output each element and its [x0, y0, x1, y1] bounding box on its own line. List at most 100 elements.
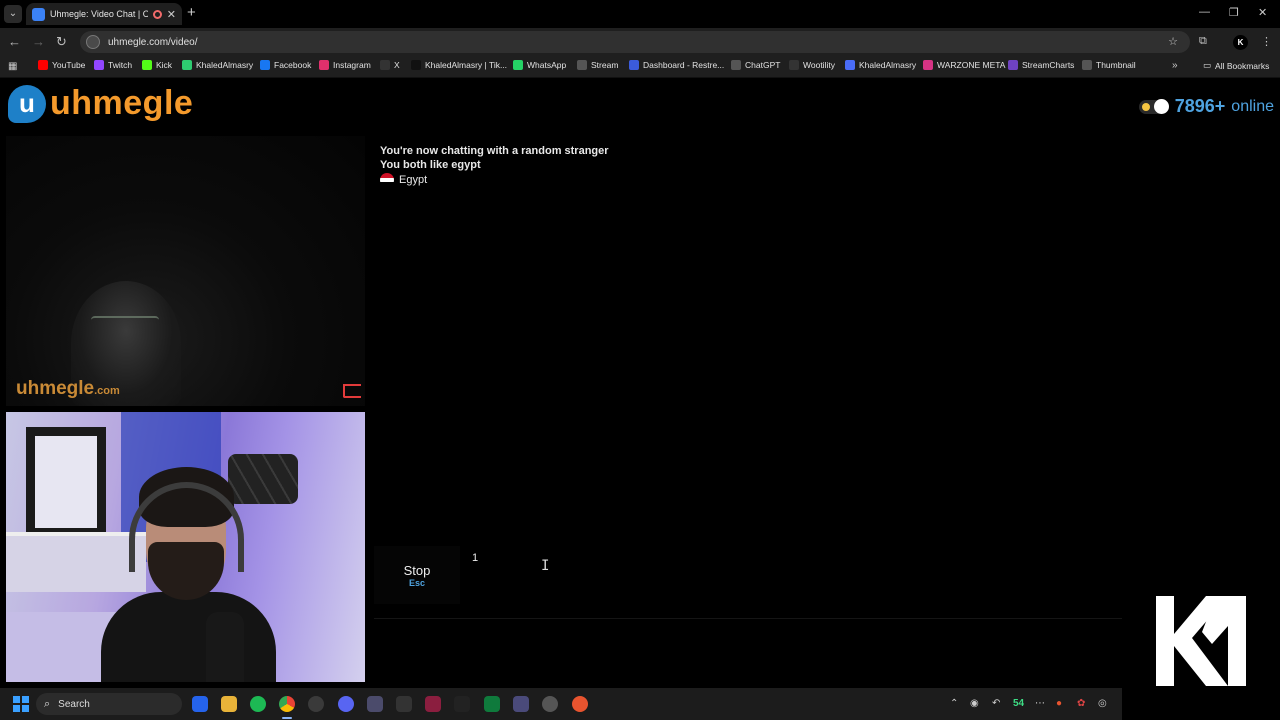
menu-icon[interactable]: ⋮ [1261, 35, 1272, 48]
file-explorer-icon[interactable] [221, 696, 237, 712]
new-tab-icon[interactable]: + [187, 4, 196, 21]
stranger-video: uhmegle.com [6, 136, 365, 406]
stop-shortcut: Esc [408, 577, 425, 588]
bookmark-label: Thumbnail [1096, 60, 1136, 70]
bookmark-item[interactable]: X [380, 60, 400, 70]
bookmark-label: Kick [156, 60, 173, 70]
bookmark-item[interactable]: Wootility [789, 60, 835, 70]
bookmark-item[interactable]: WhatsApp [513, 60, 566, 70]
bookmark-item[interactable]: Instagram [319, 60, 371, 70]
bookmark-star-icon[interactable]: ☆ [1168, 35, 1178, 48]
report-flag-icon[interactable] [343, 384, 361, 398]
bookmarks-bar: ▦ YouTube Twitch Kick KhaledAlmasry Facebook… [0, 56, 1280, 78]
windows-taskbar: ⌕ Search ⌃ ◉ ↶ 54 ⋯ ● ✿ ◎ [0, 688, 1122, 720]
bookmark-favicon-icon [845, 60, 855, 70]
bookmark-label: KhaledAlmasry [196, 60, 254, 70]
bookmark-label: KhaledAlmasry [859, 60, 917, 70]
bookmark-favicon-icon [94, 60, 104, 70]
stranger-glasses [91, 316, 159, 326]
bookmark-item[interactable]: Kick [142, 60, 172, 70]
app-icon-10[interactable] [425, 696, 441, 712]
egypt-flag-icon [380, 173, 394, 187]
bookmark-favicon-icon [380, 60, 390, 70]
gamepad-icon[interactable] [513, 696, 529, 712]
tray-badge[interactable]: 54 [1013, 698, 1024, 709]
tray-clock-icon[interactable]: ◎ [1098, 698, 1107, 709]
forward-icon[interactable]: → [32, 34, 45, 49]
profile-avatar[interactable]: K [1233, 35, 1248, 50]
self-video [6, 412, 365, 682]
bookmark-label: Stream [591, 60, 619, 70]
window-close-icon[interactable]: ✕ [1258, 6, 1267, 19]
tray-settings-icon[interactable]: ✿ [1077, 698, 1085, 709]
bookmark-label: ChatGPT [745, 60, 781, 70]
bookmark-label: X [394, 60, 400, 70]
restore-icon[interactable]: ❐ [1229, 6, 1239, 19]
search-icon: ⌕ [44, 697, 51, 710]
windows-start-icon[interactable] [13, 696, 29, 712]
minimize-icon[interactable]: — [1199, 6, 1210, 18]
bookmark-item[interactable]: KhaledAlmasry [845, 60, 916, 70]
bookmark-label: WhatsApp [527, 60, 567, 70]
more-bookmarks-icon[interactable]: » [1172, 60, 1178, 71]
chrome-icon[interactable] [279, 696, 295, 712]
site-logo[interactable]: u uhmegle [8, 84, 193, 123]
bookmark-item[interactable]: Twitch [94, 60, 132, 70]
tray-arrow-icon[interactable]: ↶ [992, 698, 1000, 709]
bookmark-item[interactable]: KhaledAlmasry | Tik... [411, 60, 507, 70]
tab-close-icon[interactable]: ✕ [167, 8, 176, 21]
bookmark-label: Wootility [803, 60, 835, 70]
tray-chevron-icon[interactable]: ⌃ [950, 698, 958, 709]
folder-icon: ▭ [1203, 60, 1212, 70]
active-tab[interactable]: Uhmegle: Video Chat | Ome ✕ [26, 3, 182, 25]
extensions-icon[interactable]: ⧉ [1199, 35, 1207, 48]
app-icon-6[interactable] [308, 696, 324, 712]
bookmark-item[interactable]: Stream [577, 60, 618, 70]
stop-button[interactable]: Stop Esc [374, 546, 460, 604]
copilot-icon[interactable] [192, 696, 208, 712]
bookmark-label: Dashboard - Restre... [643, 60, 725, 70]
discord-icon[interactable] [338, 696, 354, 712]
theme-toggle[interactable] [1138, 98, 1169, 114]
message-input[interactable] [464, 546, 1122, 604]
bookmark-favicon-icon [923, 60, 933, 70]
online-status: 7896+ online [1138, 96, 1274, 117]
bookmark-item[interactable]: ChatGPT [731, 60, 780, 70]
xbox-icon[interactable] [484, 696, 500, 712]
call-of-duty-icon[interactable] [454, 696, 470, 712]
online-count: 7896+ [1174, 96, 1226, 116]
streamer-figure [101, 467, 276, 682]
site-favicon-icon [32, 7, 45, 21]
tray-discord-icon[interactable]: ◉ [970, 698, 979, 709]
bookmark-item[interactable]: Dashboard - Restre... [629, 60, 724, 70]
bookmark-item[interactable]: Facebook [260, 60, 311, 70]
bookmark-item[interactable]: StreamCharts [1008, 60, 1074, 70]
app-icon-8[interactable] [367, 696, 383, 712]
bookmark-favicon-icon [38, 60, 48, 70]
bookmark-item[interactable]: YouTube [38, 60, 85, 70]
all-bookmarks-button[interactable]: ▭ All Bookmarks [1203, 60, 1269, 71]
bookmark-favicon-icon [319, 60, 329, 70]
watermark-main: uhmegle [16, 378, 95, 399]
tray-app-icon[interactable]: ● [1056, 698, 1062, 709]
site-info-icon[interactable] [86, 35, 100, 49]
tab-search-icon[interactable]: ⌄ [4, 5, 22, 23]
bookmark-item[interactable]: WARZONE META [923, 60, 1005, 70]
background-mirror [26, 427, 106, 537]
url-text: uhmegle.com/video/ [108, 36, 198, 48]
reload-icon[interactable]: ↻ [56, 34, 67, 50]
bookmark-label: StreamCharts [1022, 60, 1075, 70]
tray-network-icon[interactable]: ⋯ [1035, 698, 1045, 709]
app-icon-15[interactable] [572, 696, 588, 712]
taskbar-search[interactable]: ⌕ Search [36, 693, 182, 715]
app-icon-14[interactable] [542, 696, 558, 712]
apps-grid-icon[interactable]: ▦ [8, 61, 17, 72]
app-icon-9[interactable] [396, 696, 412, 712]
logo-text: uhmegle [50, 84, 194, 122]
bookmark-label: WARZONE META [937, 60, 1006, 70]
address-bar[interactable]: uhmegle.com/video/ ☆ [80, 31, 1190, 53]
bookmark-item[interactable]: KhaledAlmasry [182, 60, 253, 70]
spotify-icon[interactable] [250, 696, 266, 712]
back-icon[interactable]: ← [8, 34, 21, 49]
bookmark-item[interactable]: Thumbnail [1082, 60, 1136, 70]
